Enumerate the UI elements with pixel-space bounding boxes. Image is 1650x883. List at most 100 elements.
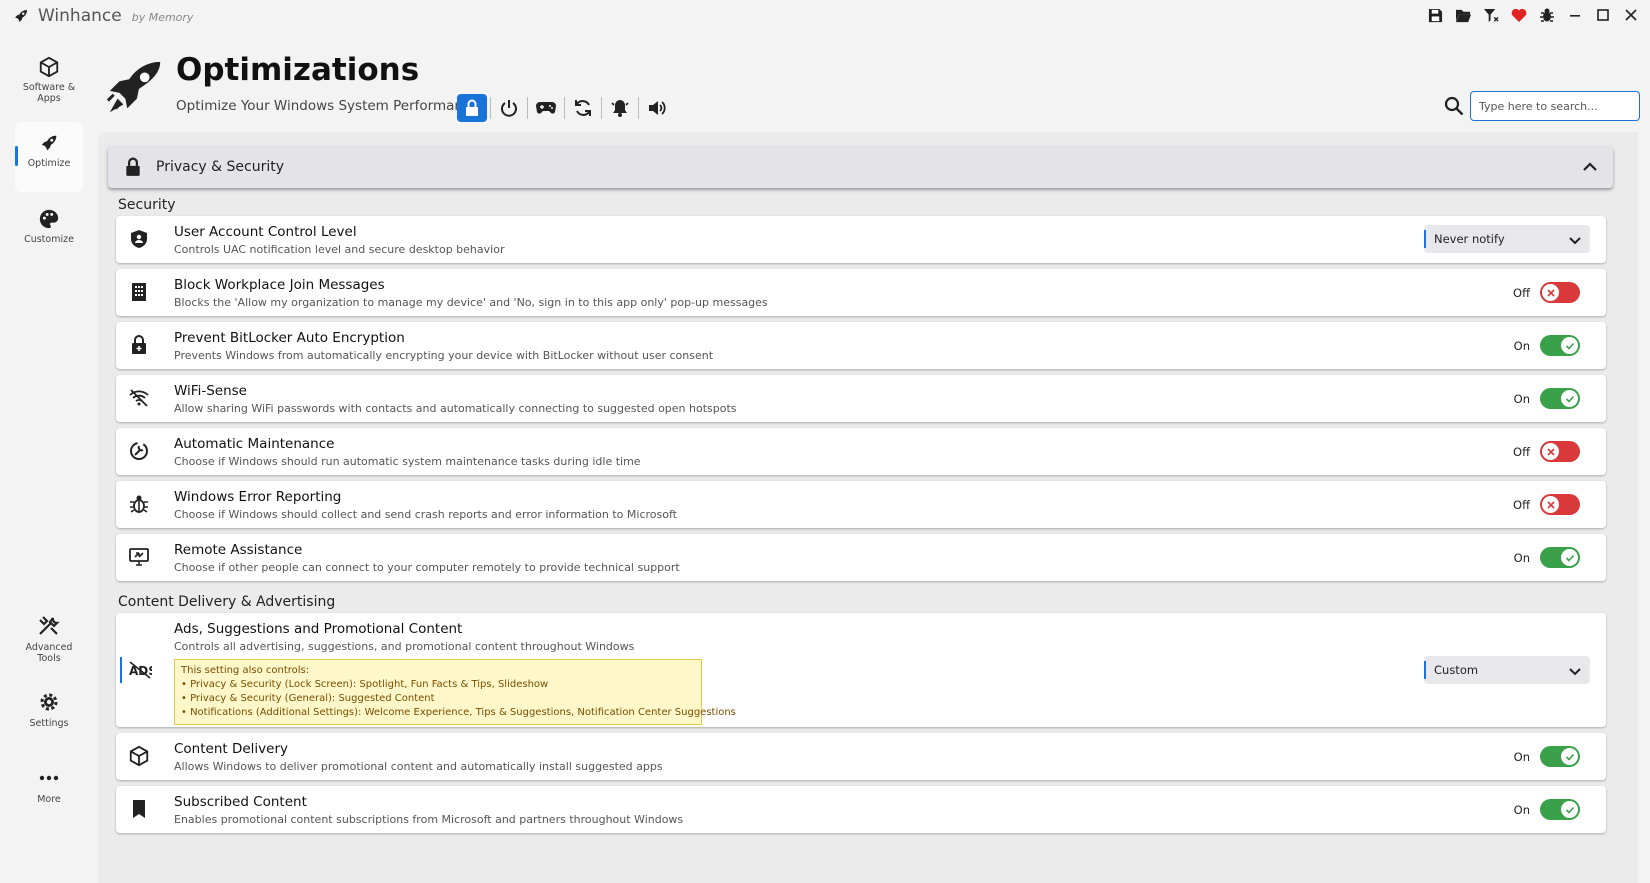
toggle-state-label: Off <box>1513 285 1530 300</box>
tools-icon <box>39 616 60 635</box>
setting-card-auto-maintenance: Automatic Maintenance Choose if Windows … <box>116 428 1606 475</box>
wifi-sense-toggle[interactable]: On <box>1508 388 1580 409</box>
toggle-switch[interactable] <box>1540 388 1580 409</box>
heart-icon[interactable] <box>1508 4 1530 26</box>
category-divider <box>490 97 491 119</box>
error-reporting-toggle[interactable]: Off <box>1508 494 1580 515</box>
note-line: • Notifications (Additional Settings): W… <box>181 707 736 718</box>
content-panel: Privacy & Security Security User Account… <box>98 132 1638 883</box>
chevron-up-icon[interactable] <box>1581 158 1599 176</box>
sidebar: Software & Apps Optimize Customize Advan… <box>0 32 98 883</box>
check-icon <box>1561 337 1578 354</box>
rocket-icon <box>10 5 32 27</box>
toggle-state-label: On <box>1513 391 1530 406</box>
setting-card-remote-assistance: Remote Assistance Choose if other people… <box>116 534 1606 581</box>
setting-title: Remote Assistance <box>174 542 303 558</box>
bitlocker-toggle[interactable]: On <box>1508 335 1580 356</box>
toggle-state-label: Off <box>1513 497 1530 512</box>
toggle-switch[interactable] <box>1540 282 1580 303</box>
refresh-icon[interactable] <box>568 94 598 122</box>
active-indicator <box>120 657 122 683</box>
setting-title: Content Delivery <box>174 741 289 757</box>
toggle-switch[interactable] <box>1540 547 1580 568</box>
speaker-icon[interactable] <box>642 94 672 122</box>
minimize-icon[interactable] <box>1564 4 1586 26</box>
setting-card-subscribed-content: Subscribed Content Enables promotional c… <box>116 786 1606 833</box>
page-subtitle: Optimize Your Windows System Performance <box>176 98 479 114</box>
folder-open-icon[interactable] <box>1452 4 1474 26</box>
title-bar: Winhance by Memory <box>0 0 1650 32</box>
sidebar-item-software-apps[interactable]: Software & Apps <box>15 46 83 116</box>
setting-card-content-delivery: Content Delivery Allows Windows to deliv… <box>116 733 1606 780</box>
chevron-down-icon <box>1568 232 1582 246</box>
more-icon <box>39 775 59 781</box>
filter-icon[interactable] <box>1480 4 1502 26</box>
building-icon <box>128 281 150 303</box>
check-icon <box>1561 748 1578 765</box>
subscribed-content-toggle[interactable]: On <box>1508 799 1580 820</box>
setting-title: User Account Control Level <box>174 224 357 240</box>
sidebar-item-customize[interactable]: Customize <box>15 198 83 268</box>
sidebar-item-label: Customize <box>24 234 74 245</box>
toggle-switch[interactable] <box>1540 799 1580 820</box>
save-icon[interactable] <box>1424 4 1446 26</box>
setting-card-error-reporting: Windows Error Reporting Choose if Window… <box>116 481 1606 528</box>
toggle-switch[interactable] <box>1540 335 1580 356</box>
sidebar-item-label: Optimize <box>27 158 71 169</box>
bell-icon[interactable] <box>605 94 635 122</box>
bug-icon <box>128 493 150 515</box>
note-line: This setting also controls: <box>181 665 310 676</box>
select-value: Never notify <box>1434 232 1505 246</box>
app-subtitle: by Memory <box>131 11 194 24</box>
note-line: • Privacy & Security (General): Suggeste… <box>181 693 435 704</box>
close-icon[interactable] <box>1620 4 1642 26</box>
lock-icon[interactable] <box>457 94 487 122</box>
sidebar-item-more[interactable]: More <box>15 756 83 826</box>
uac-level-select[interactable]: Never notify <box>1424 225 1590 253</box>
remote-assistance-toggle[interactable]: On <box>1508 547 1580 568</box>
setting-title: WiFi-Sense <box>174 383 247 399</box>
wrench-clock-icon <box>128 440 150 462</box>
setting-card-wifi-sense: WiFi-Sense Allow sharing WiFi passwords … <box>116 375 1606 422</box>
bug-icon[interactable] <box>1536 4 1558 26</box>
maximize-icon[interactable] <box>1592 4 1614 26</box>
auto-maintenance-toggle[interactable]: Off <box>1508 441 1580 462</box>
workplace-join-toggle[interactable]: Off <box>1508 282 1580 303</box>
category-divider <box>601 97 602 119</box>
page-title: Optimizations <box>176 52 420 88</box>
chevron-down-icon <box>1568 663 1582 677</box>
ads-select[interactable]: Custom <box>1424 656 1590 684</box>
setting-description: Controls all advertising, suggestions, a… <box>174 640 635 653</box>
setting-card-ads: ADS Ads, Suggestions and Promotional Con… <box>116 613 1606 727</box>
sidebar-item-settings[interactable]: Settings <box>15 680 83 750</box>
sidebar-item-optimize[interactable]: Optimize <box>15 122 83 192</box>
section-header-privacy-security[interactable]: Privacy & Security <box>108 146 1613 188</box>
search-icon <box>1444 96 1464 116</box>
setting-card-uac: User Account Control Level Controls UAC … <box>116 216 1606 263</box>
rocket-icon <box>41 135 57 151</box>
group-label-content-delivery: Content Delivery & Advertising <box>118 594 336 610</box>
setting-title: Windows Error Reporting <box>174 489 342 505</box>
setting-title: Block Workplace Join Messages <box>174 277 385 293</box>
sidebar-item-label: Advanced Tools <box>25 642 73 664</box>
sidebar-item-label: More <box>37 794 61 805</box>
category-divider <box>638 97 639 119</box>
setting-description: Choose if Windows should collect and sen… <box>174 508 677 521</box>
gamepad-icon[interactable] <box>531 94 561 122</box>
lock-plus-icon <box>128 334 150 356</box>
power-icon[interactable] <box>494 94 524 122</box>
search-input[interactable] <box>1470 91 1640 121</box>
toggle-switch[interactable] <box>1540 441 1580 462</box>
select-value: Custom <box>1434 663 1479 677</box>
controls-note: This setting also controls: • Privacy & … <box>174 659 736 725</box>
check-icon <box>1561 390 1578 407</box>
window-controls <box>1424 4 1642 26</box>
section-title: Privacy & Security <box>156 159 284 175</box>
toggle-switch[interactable] <box>1540 746 1580 767</box>
x-icon <box>1542 443 1559 460</box>
remote-desktop-icon <box>128 546 150 568</box>
content-delivery-toggle[interactable]: On <box>1508 746 1580 767</box>
sidebar-item-advanced-tools[interactable]: Advanced Tools <box>15 604 83 674</box>
toggle-state-label: On <box>1513 749 1530 764</box>
toggle-switch[interactable] <box>1540 494 1580 515</box>
